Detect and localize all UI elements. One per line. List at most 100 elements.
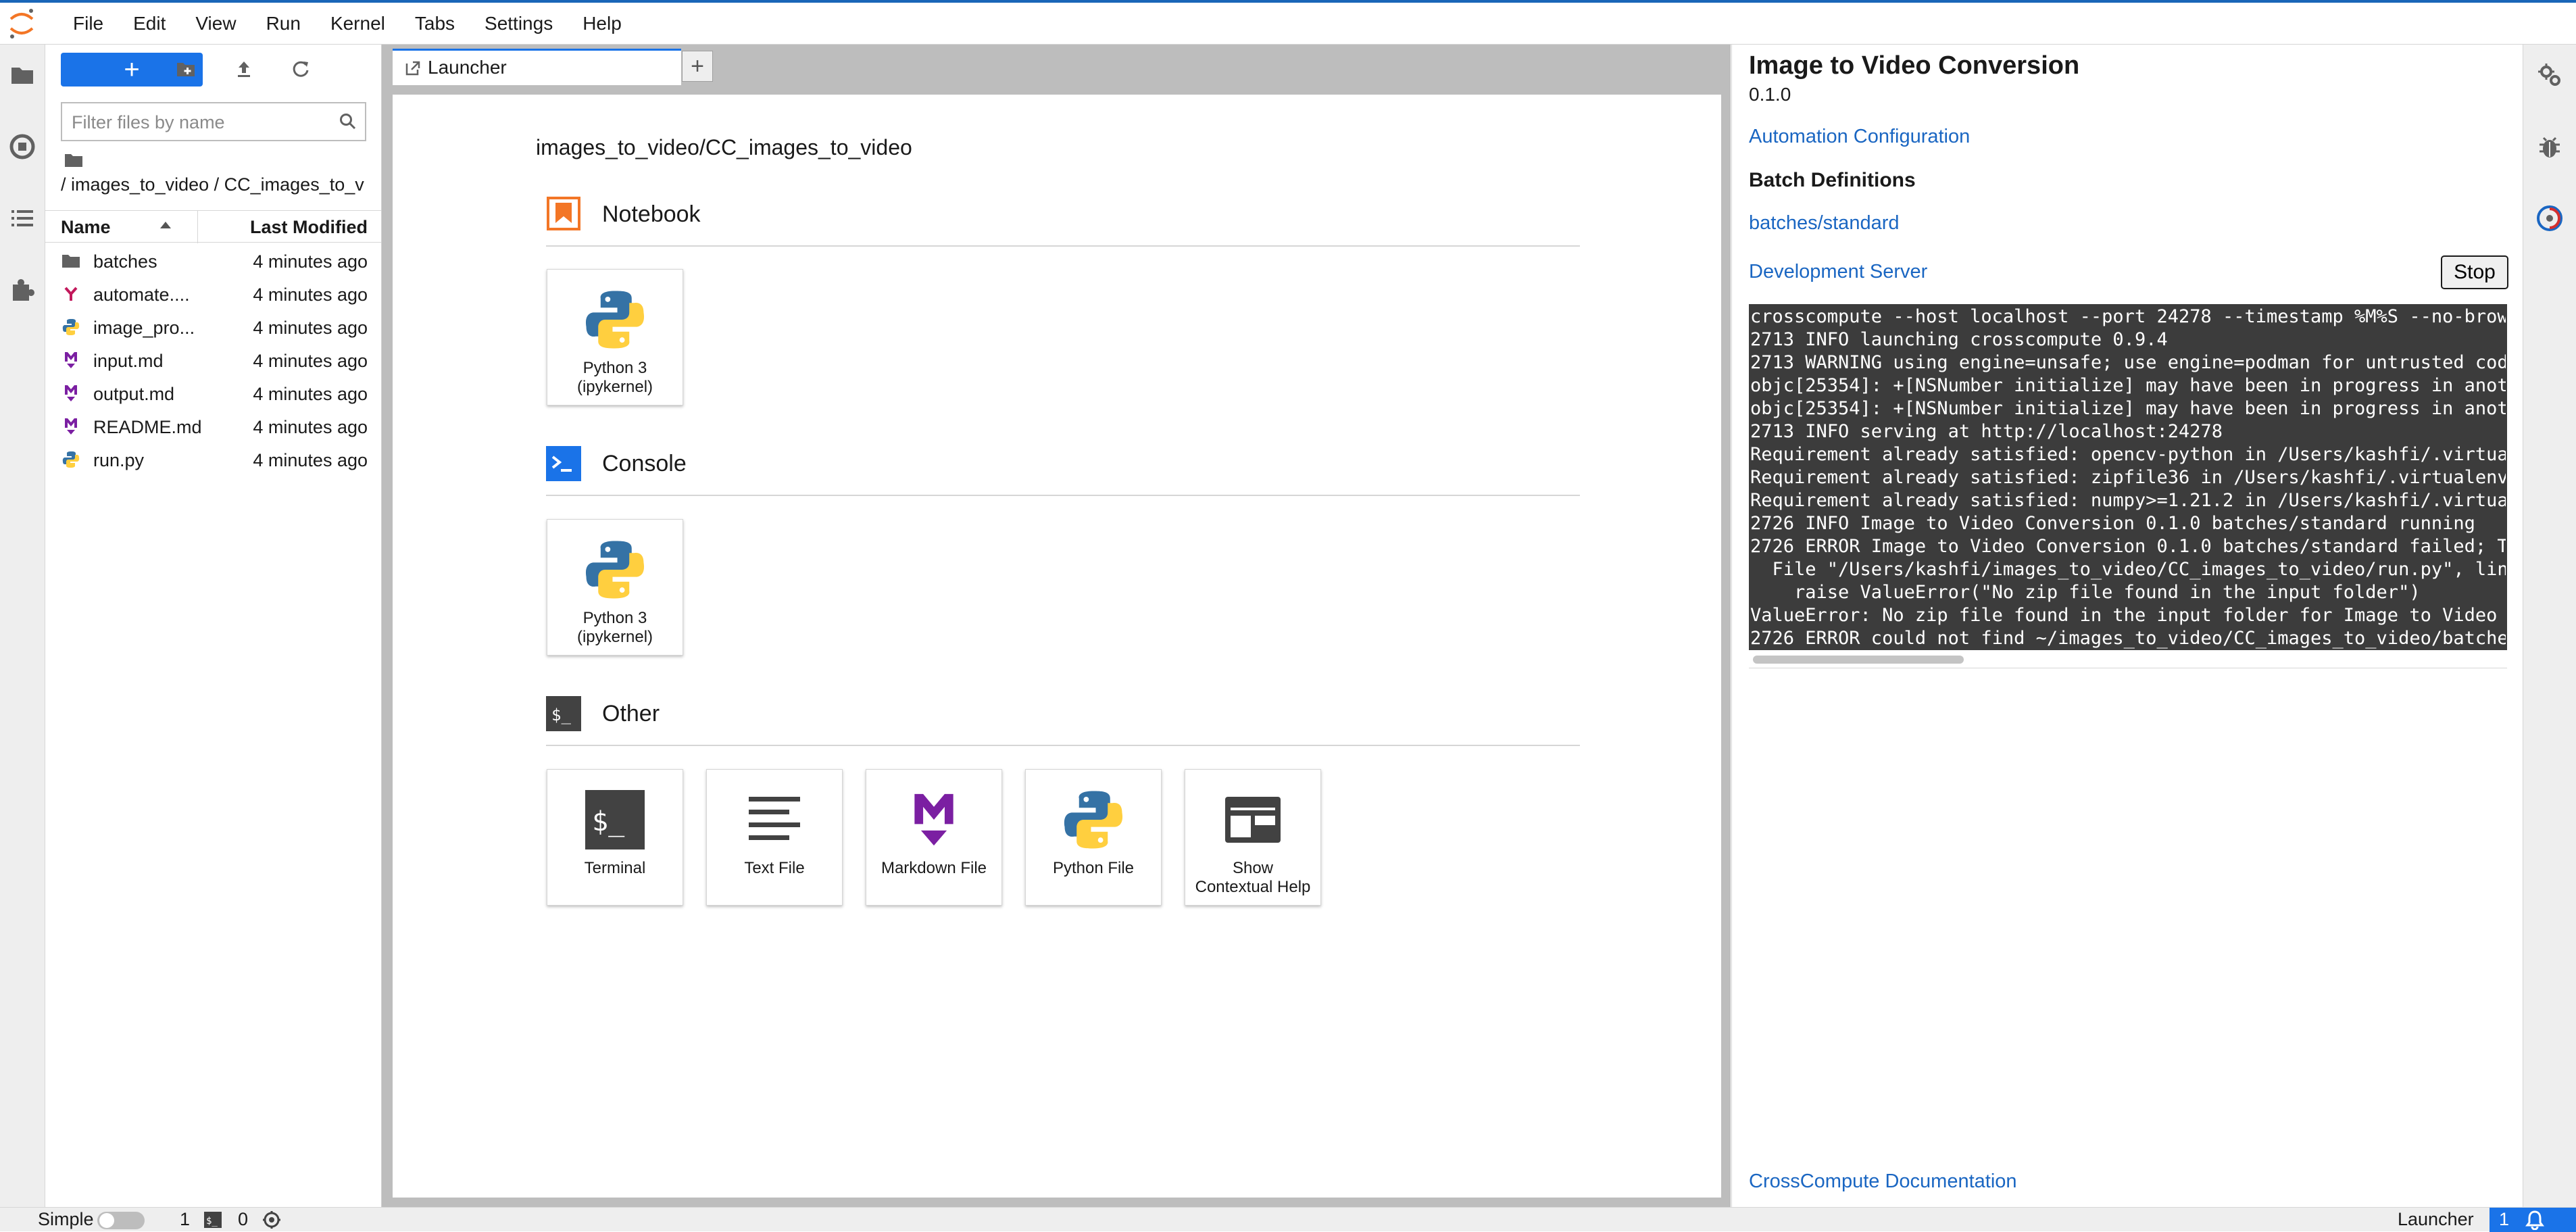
console-python3-card[interactable]: Python 3 (ipykernel): [547, 519, 683, 656]
launcher-cwd: images_to_video/CC_images_to_video: [536, 135, 912, 159]
column-divider[interactable]: [197, 211, 198, 243]
file-filter-box: [61, 102, 366, 141]
card-label: Text File: [744, 859, 805, 877]
log-line: 2713 WARNING using engine=unsafe; use en…: [1750, 352, 2506, 373]
new-folder-icon[interactable]: [171, 54, 201, 84]
kernel-status-icon[interactable]: [262, 1210, 281, 1229]
terminal-card[interactable]: $_ Terminal: [547, 769, 683, 906]
search-icon: [339, 113, 357, 130]
other-section-divider: [546, 745, 1580, 746]
notebook-section-title: Notebook: [602, 201, 701, 227]
markdown-file-card[interactable]: Markdown File: [866, 769, 1002, 906]
file-row[interactable]: output.md 4 minutes ago: [45, 377, 381, 410]
yaml-icon: [61, 285, 80, 303]
file-row[interactable]: run.py 4 minutes ago: [45, 443, 381, 476]
notification-count: 1: [2499, 1209, 2510, 1229]
file-name: run.py: [93, 450, 145, 470]
server-log-output[interactable]: crosscompute --host localhost --port 242…: [1749, 304, 2507, 650]
terminal-status-icon[interactable]: $_: [204, 1212, 222, 1228]
file-row[interactable]: batches 4 minutes ago: [45, 245, 381, 278]
menu-edit[interactable]: Edit: [118, 5, 180, 43]
breadcrumb-home-folder-icon[interactable]: [64, 153, 83, 168]
toggle-knob: [99, 1213, 114, 1228]
card-label: Python File: [1052, 859, 1135, 877]
svg-text:$_: $_: [206, 1216, 218, 1227]
log-line: objc[25354]: +[NSNumber initialize] may …: [1750, 375, 2506, 396]
launcher-tab-icon: [405, 60, 421, 76]
refresh-icon[interactable]: [286, 54, 316, 84]
notifications-button[interactable]: 1: [2490, 1208, 2576, 1232]
sort-ascending-icon: [160, 222, 171, 228]
tab-launcher-label: Launcher: [428, 57, 507, 78]
file-modified: 4 minutes ago: [253, 251, 368, 272]
folder-icon: [61, 251, 80, 270]
console-section-title: Console: [602, 451, 687, 476]
menu-run[interactable]: Run: [251, 5, 316, 43]
column-modified-header[interactable]: Last Modified: [250, 217, 368, 238]
log-line: 2726 INFO Image to Video Conversion 0.1.…: [1750, 513, 2475, 534]
file-filter-input[interactable]: [70, 109, 323, 136]
text-file-card[interactable]: Text File: [706, 769, 843, 906]
markdown-icon: [900, 786, 968, 854]
simple-mode-label: Simple: [38, 1209, 94, 1229]
extensions-puzzle-icon[interactable]: [5, 273, 39, 307]
new-tab-button[interactable]: +: [682, 51, 713, 82]
batch-definitions-heading: Batch Definitions: [1749, 169, 1916, 191]
property-inspector-gears-icon[interactable]: [2533, 58, 2567, 92]
menu-kernel[interactable]: Kernel: [316, 5, 400, 43]
stop-server-button[interactable]: Stop: [2441, 255, 2508, 289]
batch-standard-link[interactable]: batches/standard: [1749, 212, 1899, 235]
log-line: 2713 INFO serving at http://localhost:24…: [1750, 421, 2223, 442]
card-label: Python 3 (ipykernel): [550, 359, 680, 397]
menu-settings[interactable]: Settings: [470, 5, 568, 43]
notebook-section-icon: [546, 196, 581, 231]
menu-file[interactable]: File: [58, 5, 118, 43]
card-label: Show Contextual Help: [1188, 859, 1318, 897]
breadcrumb[interactable]: / images_to_video / CC_images_to_v: [61, 174, 378, 195]
development-server-link[interactable]: Development Server: [1749, 261, 1927, 283]
menubar: File Edit View Run Kernel Tabs Settings …: [0, 0, 2576, 45]
log-line: raise ValueError("No zip file found in t…: [1750, 582, 2421, 603]
markdown-icon: [61, 384, 80, 403]
running-kernels-icon[interactable]: [5, 130, 39, 164]
table-of-contents-icon[interactable]: [5, 201, 39, 235]
log-line: Requirement already satisfied: zipfile36…: [1750, 467, 2506, 488]
file-modified: 4 minutes ago: [253, 384, 368, 404]
folder-icon[interactable]: [5, 58, 39, 92]
file-row[interactable]: image_pro... 4 minutes ago: [45, 311, 381, 344]
tab-launcher[interactable]: Launcher: [393, 49, 681, 85]
svg-text:$_: $_: [592, 806, 625, 837]
debugger-bug-icon[interactable]: [2533, 130, 2567, 164]
column-name-header[interactable]: Name: [61, 217, 111, 238]
log-scrollbar-thumb[interactable]: [1753, 656, 1964, 664]
jupyter-logo-icon[interactable]: [8, 7, 35, 41]
file-browser: + / images_to_video / CC_images_to_v Nam…: [45, 45, 382, 1207]
running-terminals-count[interactable]: 1: [180, 1209, 190, 1230]
crosscompute-icon[interactable]: [2533, 201, 2567, 235]
card-label-text: Python 3 (ipykernel): [576, 609, 653, 646]
menu-tabs[interactable]: Tabs: [400, 5, 470, 43]
log-line: ValueError: No zip file found in the inp…: [1750, 605, 2506, 626]
upload-icon[interactable]: [229, 54, 259, 84]
right-activity-bar: [2523, 45, 2576, 1207]
python-file-icon: [61, 450, 80, 469]
contextual-help-card[interactable]: Show Contextual Help: [1185, 769, 1321, 906]
log-line: crosscompute --host localhost --port 242…: [1750, 306, 2506, 327]
status-bar: Simple 1 $_ 0 Launcher 1: [0, 1207, 2576, 1232]
file-name: automate....: [93, 285, 190, 305]
file-row[interactable]: README.md 4 minutes ago: [45, 410, 381, 443]
python-file-icon: [61, 318, 80, 337]
automation-configuration-link[interactable]: Automation Configuration: [1749, 126, 1970, 148]
log-line: File "/Users/kashfi/images_to_video/CC_i…: [1750, 559, 2506, 580]
notebook-python3-card[interactable]: Python 3 (ipykernel): [547, 269, 683, 405]
crosscompute-documentation-link[interactable]: CrossCompute Documentation: [1749, 1171, 2017, 1193]
running-kernels-count[interactable]: 0: [238, 1209, 248, 1230]
menu-help[interactable]: Help: [568, 5, 637, 43]
markdown-icon: [61, 351, 80, 370]
file-modified: 4 minutes ago: [253, 351, 368, 371]
python-file-card[interactable]: Python File: [1025, 769, 1162, 906]
file-row[interactable]: automate.... 4 minutes ago: [45, 278, 381, 311]
python-logo-icon: [581, 536, 649, 603]
file-row[interactable]: input.md 4 minutes ago: [45, 344, 381, 377]
menu-view[interactable]: View: [180, 5, 251, 43]
